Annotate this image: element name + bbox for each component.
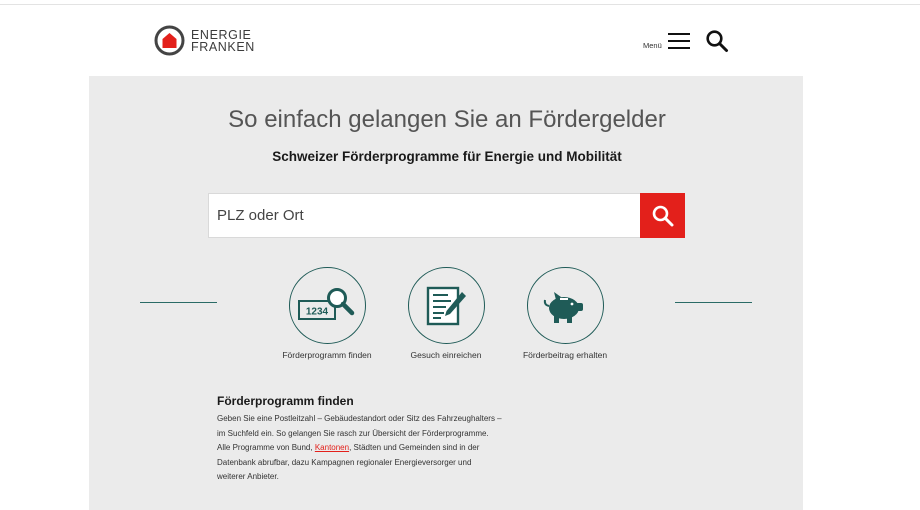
page-subtitle: Schweizer Förderprogramme für Energie un… xyxy=(272,149,622,164)
location-search-input[interactable] xyxy=(208,193,640,238)
form-pencil-icon xyxy=(426,286,466,325)
step-circle[interactable]: 1234 xyxy=(288,267,366,344)
piggy-bank-icon xyxy=(543,291,583,323)
decorative-line-right xyxy=(675,302,752,303)
decorative-line-left xyxy=(140,302,217,303)
logo-house-icon xyxy=(154,25,185,56)
top-divider xyxy=(0,4,920,5)
logo-line-1: ENERGIE xyxy=(191,27,252,42)
logo-line-2: FRANKEN xyxy=(191,39,255,54)
logo[interactable]: ENERGIE FRANKEN xyxy=(154,25,255,56)
menu-button[interactable]: Menü xyxy=(643,32,690,50)
cantons-link[interactable]: Kantonen xyxy=(315,443,349,452)
step-receive-funding[interactable]: Förderbeitrag erhalten xyxy=(495,267,635,360)
step-circle[interactable] xyxy=(526,267,604,344)
step-label: Förderbeitrag erhalten xyxy=(522,350,608,360)
postal-code-text: 1234 xyxy=(306,306,329,317)
info-heading: Förderprogramm finden xyxy=(217,394,354,408)
hamburger-icon xyxy=(667,32,690,50)
search-icon xyxy=(652,205,673,226)
page-title: So einfach gelangen Sie an Fördergelder xyxy=(228,106,666,133)
postal-code-search-icon: 1234 xyxy=(298,287,355,320)
logo-wordmark: ENERGIE FRANKEN xyxy=(191,27,255,54)
menu-label: Menü xyxy=(643,41,662,50)
location-search-button[interactable] xyxy=(640,193,685,238)
info-paragraph: Geben Sie eine Postleitzahl – Gebäudesta… xyxy=(217,412,502,485)
header-search-icon[interactable] xyxy=(705,29,729,53)
step-circle[interactable] xyxy=(407,267,485,344)
